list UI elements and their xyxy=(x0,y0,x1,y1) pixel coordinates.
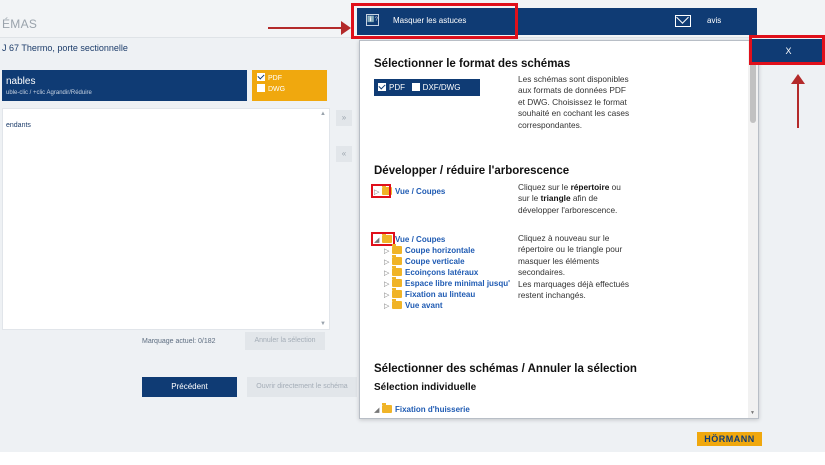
folder-icon xyxy=(392,299,402,309)
folder-open-icon xyxy=(382,403,392,413)
section-tree-title: Développer / réduire l'arborescence xyxy=(374,165,570,177)
section-tree-desc2: Cliquez à nouveau sur le répertoire ou l… xyxy=(518,233,623,278)
scroll-down-icon[interactable]: ▼ xyxy=(750,410,755,416)
checkbox-unchecked-icon xyxy=(257,84,265,92)
expand-triangle-icon: ▷ xyxy=(384,281,390,288)
format-example: PDF DXF/DWG xyxy=(374,79,480,96)
highlight-box-folder xyxy=(371,184,391,198)
tree-child-item: ▷ Coupe horizontale xyxy=(384,244,475,255)
page-footer xyxy=(0,452,825,465)
popup-scrollbar[interactable]: ▲ ▼ xyxy=(748,41,758,418)
expand-triangle-icon: ▷ xyxy=(384,248,390,255)
brand-logo: HÖRMANN xyxy=(697,432,762,446)
section-format-title: Sélectionner le format des schémas xyxy=(374,58,571,70)
cancel-selection-button[interactable]: Annuler la sélection xyxy=(245,332,325,350)
feedback-area: avis xyxy=(663,8,757,35)
tree-label: endants xyxy=(6,122,31,129)
panel-hint: uble-clic / +clic Agrandir/Réduire xyxy=(6,90,92,96)
expand-triangle-icon: ▷ xyxy=(384,303,390,310)
section-select-subtitle: Sélection individuelle xyxy=(374,382,477,393)
schema-tree-panel[interactable]: endants ▲ ▼ xyxy=(2,108,330,330)
annotation-arrow-up xyxy=(791,74,805,128)
product-subtitle: J 67 Thermo, porte sectionnelle xyxy=(2,43,128,53)
move-left-button[interactable]: « xyxy=(336,146,352,162)
expand-triangle-icon: ▷ xyxy=(384,292,390,299)
section-tree-desc3: Les marquages déjà effectués restent inc… xyxy=(518,279,630,301)
folder-icon xyxy=(392,288,402,298)
mail-icon[interactable] xyxy=(675,15,691,27)
collapse-triangle-icon: ◢ xyxy=(374,407,380,414)
feedback-link[interactable]: avis xyxy=(707,16,721,25)
scroll-down-icon[interactable]: ▼ xyxy=(320,321,326,327)
format-option-pdf[interactable]: PDF xyxy=(257,73,322,84)
format-pdf-label: PDF xyxy=(389,83,405,92)
app-title: ÉMAS xyxy=(2,17,38,31)
selectable-panel-header[interactable]: nables uble-clic / +clic Agrandir/Réduir… xyxy=(2,70,247,101)
open-schema-button[interactable]: Ouvrir directement le schéma xyxy=(247,377,357,397)
tree-child-item: ▷ Coupe verticale xyxy=(384,255,465,266)
format-selector[interactable]: PDF DWG xyxy=(252,70,327,101)
tree-item-huisserie: ◢ Fixation d'huisserie xyxy=(374,403,470,414)
section-format-desc: Les schémas sont disponibles aux formats… xyxy=(518,74,630,130)
checkbox-unchecked-icon xyxy=(411,83,420,91)
format-option-dwg[interactable]: DWG xyxy=(257,84,322,95)
highlight-box-close xyxy=(749,35,825,65)
tree-child-item: ▷ Ecoinçons latéraux xyxy=(384,266,479,277)
annotation-arrow-right xyxy=(268,21,351,35)
folder-icon xyxy=(392,266,402,276)
tree-child-item: ▷ Espace libre minimal jusqu' xyxy=(384,277,511,288)
section-select-title: Sélectionner des schémas / Annuler la sé… xyxy=(374,363,637,375)
expand-triangle-icon: ▷ xyxy=(384,270,390,277)
expand-triangle-icon: ▷ xyxy=(384,259,390,266)
previous-button[interactable]: Précédent xyxy=(142,377,237,397)
folder-icon xyxy=(392,244,402,254)
panel-title: nables xyxy=(6,76,36,87)
scroll-up-icon[interactable]: ▲ xyxy=(320,111,326,117)
checkbox-checked-icon xyxy=(378,83,386,91)
folder-icon xyxy=(392,277,402,287)
folder-icon xyxy=(392,255,402,265)
move-right-button[interactable]: » xyxy=(336,110,352,126)
checkbox-checked-icon xyxy=(257,73,265,81)
section-tree-desc1: Cliquez sur le répertoire ou sur le tria… xyxy=(518,182,621,215)
tree-child-item: ▷ Fixation au linteau xyxy=(384,288,476,299)
highlight-box-tips xyxy=(351,3,518,39)
format-dxf-label: DXF/DWG xyxy=(422,83,461,92)
tips-popup: ▲ ▼ Sélectionner le format des schémas P… xyxy=(359,40,759,419)
tree-child-item: ▷ Vue avant xyxy=(384,299,443,310)
marquage-counter: Marquage actuel: 0/182 xyxy=(142,338,216,345)
